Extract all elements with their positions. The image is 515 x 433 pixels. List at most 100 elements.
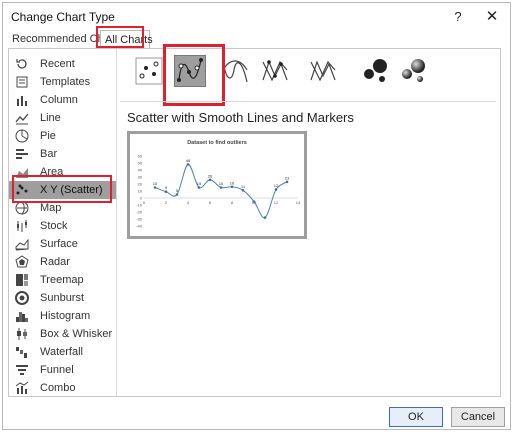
- sidebar-item-label: Funnel: [40, 364, 74, 376]
- series-line: [154, 163, 288, 219]
- scatter-highlight-box: [12, 175, 112, 203]
- scatter-straight-lines-markers-icon: [260, 60, 290, 89]
- x-tick-label: 14: [296, 200, 301, 205]
- bubble-icon: [360, 59, 390, 89]
- data-label: 11: [241, 184, 246, 189]
- subtype-bubble[interactable]: [360, 56, 390, 86]
- sidebar-item-recent[interactable]: Recent: [9, 55, 116, 73]
- sidebar-item-line[interactable]: Line: [9, 109, 116, 127]
- data-point: [241, 189, 245, 192]
- sidebar-item-surface[interactable]: Surface: [9, 235, 116, 253]
- help-button[interactable]: ?: [448, 7, 468, 27]
- stock-chart-icon: [15, 219, 29, 233]
- tab-recommended-charts[interactable]: Recommended Charts: [8, 30, 122, 48]
- histogram-chart-icon: [15, 309, 29, 323]
- data-point: [230, 185, 234, 189]
- sidebar-item-sunburst[interactable]: Sunburst: [9, 289, 116, 307]
- data-point: [186, 163, 190, 166]
- sidebar-item-templates[interactable]: Templates: [9, 73, 116, 91]
- data-point: [285, 180, 289, 184]
- data-point: [208, 178, 212, 182]
- cancel-button[interactable]: Cancel: [451, 407, 505, 427]
- sidebar-item-label: Pie: [40, 130, 56, 142]
- sidebar-item-column[interactable]: Column: [9, 91, 116, 109]
- preview-chart-svg: Dataset to find outliers 60 50 40 30 20 10 0-10…: [136, 140, 301, 229]
- data-label: 48: [186, 158, 191, 163]
- subtype-scatter-straight-lines[interactable]: [308, 56, 338, 86]
- y-tick-label: -40: [136, 224, 143, 229]
- data-label: 23: [285, 175, 290, 180]
- data-point: [252, 200, 256, 203]
- sidebar-item-radar[interactable]: Radar: [9, 253, 116, 271]
- subtype-scatter-markers[interactable]: [134, 56, 164, 86]
- sidebar-item-stock[interactable]: Stock: [9, 217, 116, 235]
- sidebar-item-combo[interactable]: Combo: [9, 379, 116, 397]
- data-point: [263, 216, 267, 219]
- data-label: 15: [153, 181, 158, 186]
- y-tick-label: 20: [138, 182, 143, 187]
- sidebar-item-label: Combo: [40, 382, 76, 394]
- map-chart-icon: [15, 201, 29, 215]
- x-tick-label: 4: [187, 200, 190, 205]
- sidebar-item-label: Bar: [40, 148, 58, 160]
- surface-chart-icon: [15, 237, 29, 251]
- dialog-title: Change Chart Type: [11, 10, 115, 24]
- x-tick-label: 0: [143, 200, 146, 205]
- y-tick-label: -30: [136, 217, 143, 222]
- sidebar-item-treemap[interactable]: Treemap: [9, 271, 116, 289]
- data-point: [274, 188, 278, 191]
- sidebar-item-bar[interactable]: Bar: [9, 145, 116, 163]
- data-label: 16: [230, 180, 235, 185]
- x-tick-label: 12: [274, 200, 279, 205]
- y-tick-label: 50: [138, 161, 143, 166]
- preview-chart-title: Dataset to find outliers: [187, 140, 247, 146]
- chart-category-list: Recent Templates Column Line Pie Bar Area X Y (…: [9, 49, 117, 396]
- sunburst-chart-icon: [15, 291, 29, 305]
- data-point: [175, 193, 179, 196]
- y-tick-label: 30: [138, 175, 143, 180]
- data-label: 12: [274, 183, 279, 188]
- all-charts-highlight-box: [96, 26, 144, 48]
- x-tick-label: 8: [231, 200, 234, 205]
- sidebar-item-pie[interactable]: Pie: [9, 127, 116, 145]
- column-chart-icon: [15, 93, 29, 107]
- close-button[interactable]: ✕: [482, 7, 502, 27]
- sidebar-item-label: Column: [40, 94, 78, 106]
- y-tick-label: 60: [138, 154, 143, 159]
- sidebar-item-label: Surface: [40, 238, 78, 250]
- sidebar-item-funnel[interactable]: Funnel: [9, 361, 116, 379]
- funnel-chart-icon: [15, 363, 29, 377]
- scatter-straight-lines-icon: [308, 60, 338, 89]
- data-label: 9: [165, 185, 168, 190]
- sidebar-item-label: Templates: [40, 76, 91, 88]
- y-tick-label: -10: [136, 203, 143, 208]
- sidebar-item-label: Box & Whisker: [40, 328, 113, 340]
- separator: [120, 101, 496, 102]
- data-point: [197, 186, 201, 189]
- ok-button[interactable]: OK: [389, 407, 443, 427]
- y-tick-label: -20: [136, 210, 143, 215]
- selected-subtype-title: Scatter with Smooth Lines and Markers: [127, 110, 354, 125]
- data-point: [153, 186, 157, 189]
- sidebar-item-label: Radar: [40, 256, 70, 268]
- line-chart-icon: [15, 111, 29, 125]
- x-tick-label: 6: [209, 200, 212, 205]
- y-tick-label: 40: [138, 168, 143, 173]
- chart-preview[interactable]: Dataset to find outliers 60 50 40 30 20 10 0 -10…: [127, 131, 307, 239]
- sidebar-item-waterfall[interactable]: Waterfall: [9, 343, 116, 361]
- subtype-bubble-3d[interactable]: [398, 56, 428, 86]
- title-bar: Change Chart Type ? ✕: [3, 3, 510, 31]
- recent-icon: [15, 57, 29, 71]
- data-label: 26: [208, 173, 213, 178]
- sidebar-item-box-whisker[interactable]: Box & Whisker: [9, 325, 116, 343]
- data-point: [219, 186, 223, 189]
- bubble-3d-icon: [398, 59, 428, 89]
- sidebar-item-label: Line: [40, 112, 61, 124]
- data-label: 15: [197, 181, 202, 186]
- combo-chart-icon: [15, 381, 29, 395]
- subtype-scatter-straight-lines-markers[interactable]: [260, 56, 290, 86]
- pie-chart-icon: [15, 129, 29, 143]
- sidebar-item-histogram[interactable]: Histogram: [9, 307, 116, 325]
- templates-icon: [15, 75, 29, 89]
- data-point: [164, 190, 168, 193]
